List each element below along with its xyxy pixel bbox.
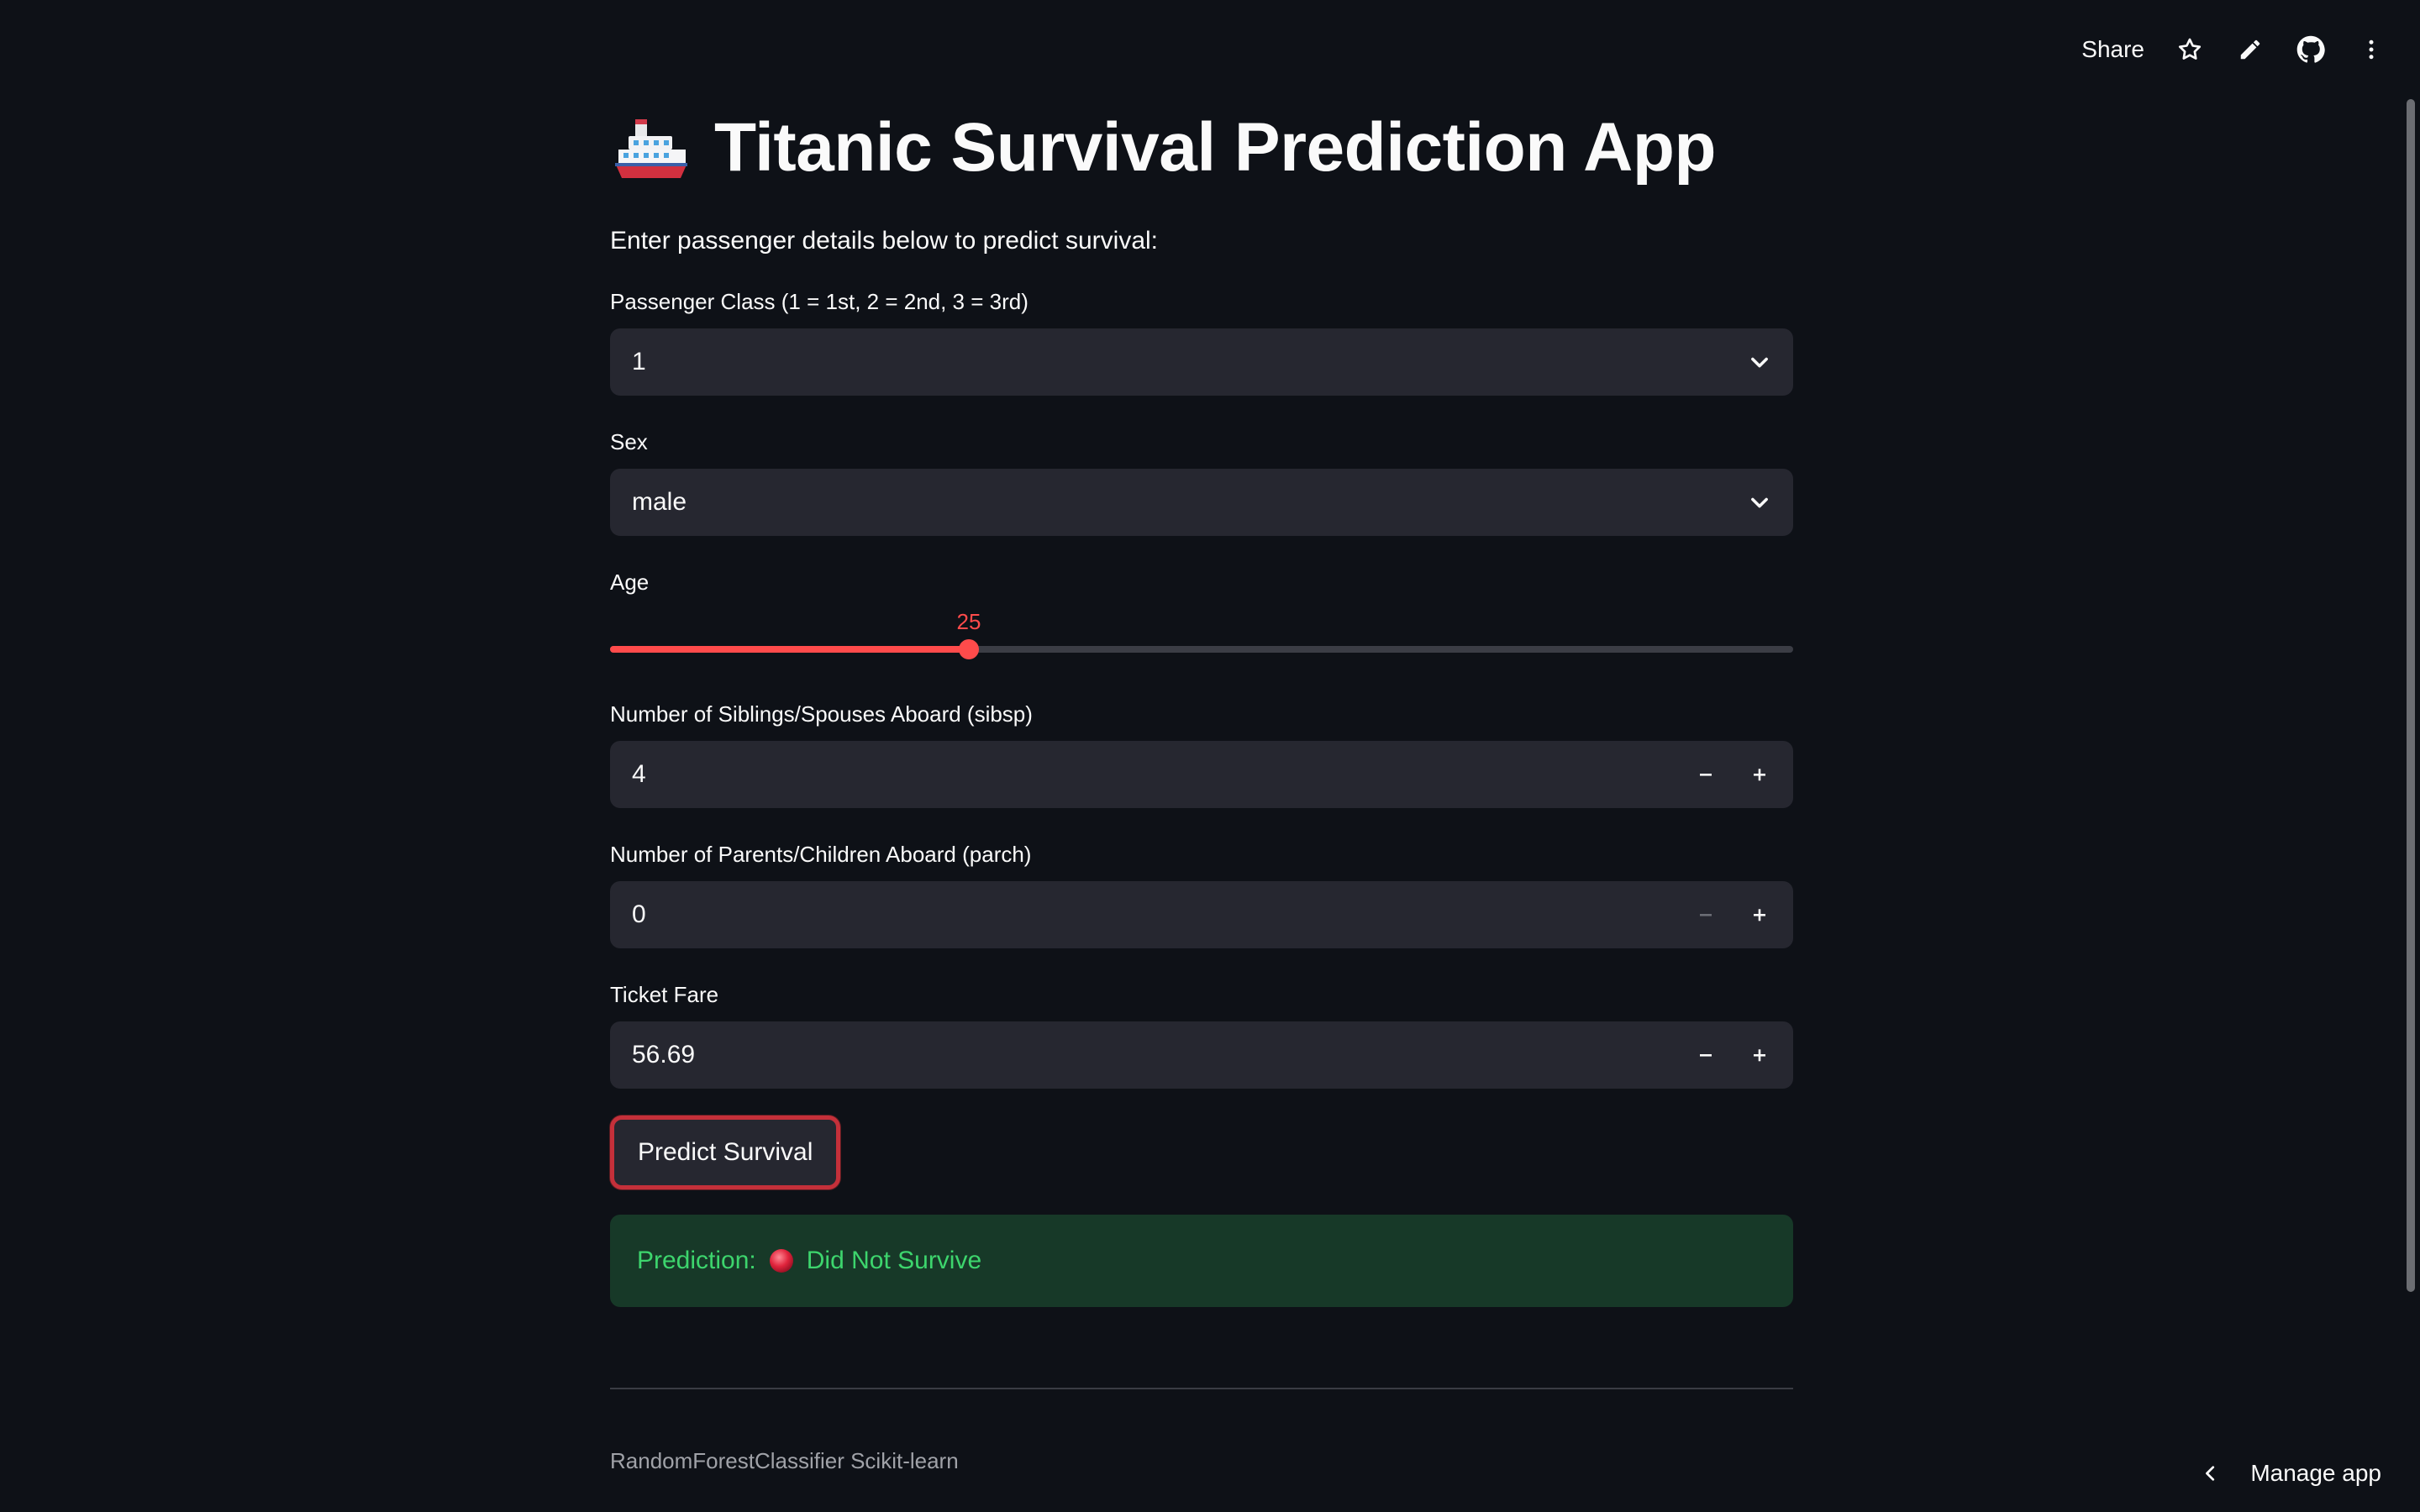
sibsp-stepper <box>1694 763 1771 786</box>
age-slider-value: 25 <box>956 609 981 634</box>
parch-label: Number of Parents/Children Aboard (parch… <box>610 842 1032 867</box>
manage-app-label: Manage app <box>2250 1460 2381 1486</box>
pclass-select[interactable]: 1 <box>610 328 1793 396</box>
top-toolbar: Share <box>2081 25 2386 74</box>
age-slider[interactable]: 25 <box>610 609 1793 668</box>
chevron-down-icon <box>1751 497 1768 508</box>
minus-icon[interactable] <box>1694 1043 1718 1067</box>
predict-survival-button[interactable]: Predict Survival <box>610 1116 841 1189</box>
page-title-row: Titanic Survival Prediction App <box>610 99 1793 197</box>
footer-caption: RandomForestClassifier Scikit-learn <box>610 1448 959 1473</box>
ship-icon <box>610 108 691 188</box>
parch-value[interactable]: 0 <box>632 900 646 929</box>
sex-select[interactable]: male <box>610 469 1793 536</box>
minus-icon[interactable] <box>1694 903 1718 927</box>
plus-icon[interactable] <box>1748 763 1771 786</box>
plus-icon[interactable] <box>1748 1043 1771 1067</box>
fare-label: Ticket Fare <box>610 982 719 1007</box>
page-subtitle: Enter passenger details below to predict… <box>610 227 1159 255</box>
minus-icon[interactable] <box>1694 763 1718 786</box>
sibsp-value[interactable]: 4 <box>632 760 646 789</box>
fare-value[interactable]: 56.69 <box>632 1041 695 1069</box>
sex-value: male <box>632 488 687 516</box>
age-label: Age <box>610 570 650 595</box>
sibsp-input[interactable]: 4 <box>610 741 1793 808</box>
fare-stepper <box>1694 1043 1771 1067</box>
age-slider-fill <box>610 646 969 653</box>
share-button[interactable]: Share <box>2081 36 2144 63</box>
parch-input[interactable]: 0 <box>610 881 1793 948</box>
prediction-text: Did Not Survive <box>806 1247 982 1274</box>
star-icon[interactable] <box>2175 34 2205 65</box>
chevron-down-icon <box>1751 357 1768 368</box>
manage-app-button[interactable]: Manage app <box>2202 1460 2381 1487</box>
pencil-icon[interactable] <box>2235 34 2265 65</box>
sibsp-label: Number of Siblings/Spouses Aboard (sibsp… <box>610 701 1033 727</box>
pclass-value: 1 <box>632 348 646 375</box>
prediction-prefix: Prediction: <box>637 1247 756 1274</box>
age-slider-thumb[interactable] <box>959 639 979 659</box>
more-vertical-icon[interactable] <box>2356 34 2386 65</box>
prediction-result: Prediction: Did Not Survive <box>610 1215 1793 1307</box>
divider <box>610 1388 1793 1389</box>
main-column: Titanic Survival Prediction App Enter pa… <box>610 99 1793 1474</box>
chevron-left-icon <box>2206 1466 2215 1481</box>
scrollbar[interactable] <box>2407 99 2415 1292</box>
fare-input[interactable]: 56.69 <box>610 1021 1793 1089</box>
sex-label: Sex <box>610 429 648 454</box>
parch-stepper <box>1694 903 1771 927</box>
github-icon[interactable] <box>2296 34 2326 65</box>
pclass-label: Passenger Class (1 = 1st, 2 = 2nd, 3 = 3… <box>610 289 1028 314</box>
red-circle-icon <box>769 1249 793 1273</box>
page-title: Titanic Survival Prediction App <box>714 109 1717 186</box>
plus-icon[interactable] <box>1748 903 1771 927</box>
